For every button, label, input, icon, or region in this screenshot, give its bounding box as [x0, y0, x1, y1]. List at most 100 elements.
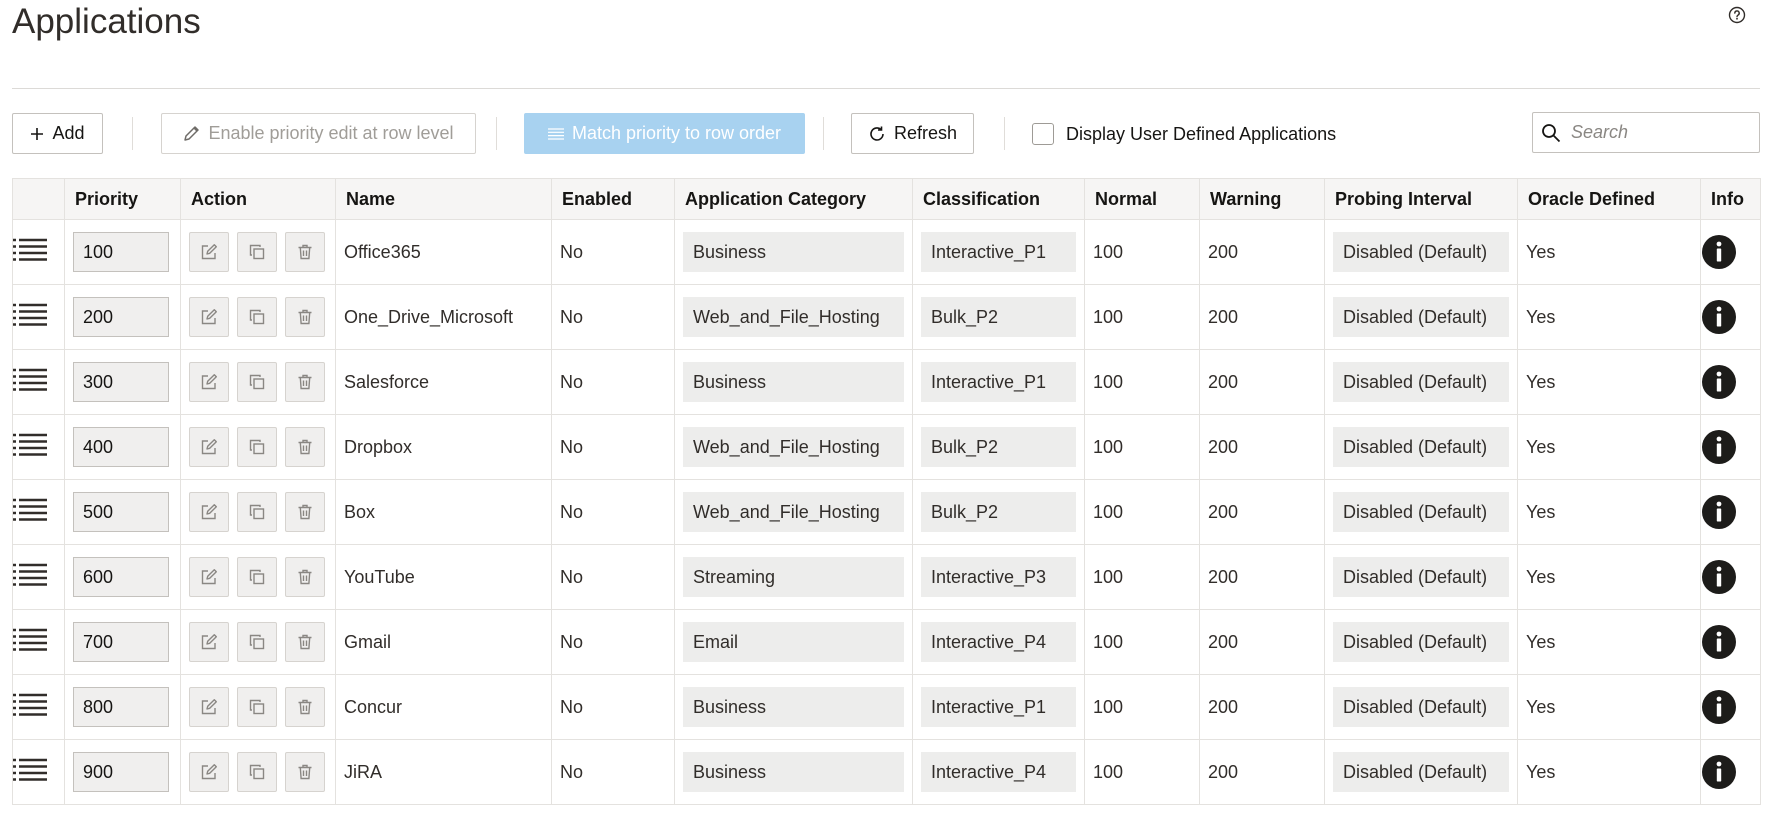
- info-icon[interactable]: [1701, 689, 1737, 725]
- col-header-warning[interactable]: Warning: [1199, 178, 1325, 220]
- col-header-oracle-defined[interactable]: Oracle Defined: [1517, 178, 1701, 220]
- info-cell: [1700, 479, 1761, 545]
- col-header-normal[interactable]: Normal: [1084, 178, 1200, 220]
- delete-row-button[interactable]: [285, 362, 325, 402]
- duplicate-row-button[interactable]: [237, 622, 277, 662]
- edit-row-button[interactable]: [189, 297, 229, 337]
- drag-handle-cell[interactable]: [12, 414, 65, 480]
- info-icon[interactable]: [1701, 624, 1737, 660]
- duplicate-row-button[interactable]: [237, 297, 277, 337]
- duplicate-row-button[interactable]: [237, 752, 277, 792]
- col-header-name[interactable]: Name: [335, 178, 552, 220]
- duplicate-row-button[interactable]: [237, 687, 277, 727]
- drag-handle-cell[interactable]: [12, 609, 65, 675]
- priority-input[interactable]: [73, 492, 169, 532]
- priority-input[interactable]: [73, 557, 169, 597]
- delete-row-button[interactable]: [285, 232, 325, 272]
- trash-icon: [298, 439, 312, 455]
- table-row[interactable]: Box No Web_and_File_Hosting Bulk_P2 100 …: [12, 479, 1761, 545]
- col-header-category[interactable]: Application Category: [674, 178, 913, 220]
- match-priority-button[interactable]: Match priority to row order: [524, 113, 805, 154]
- edit-row-button[interactable]: [189, 557, 229, 597]
- drag-handle-icon[interactable]: [13, 628, 47, 652]
- drag-handle-icon[interactable]: [13, 758, 47, 782]
- table-row[interactable]: Salesforce No Business Interactive_P1 10…: [12, 349, 1761, 415]
- priority-input[interactable]: [73, 362, 169, 402]
- edit-row-button[interactable]: [189, 687, 229, 727]
- duplicate-row-button[interactable]: [237, 557, 277, 597]
- drag-handle-cell[interactable]: [12, 739, 65, 805]
- edit-row-button[interactable]: [189, 362, 229, 402]
- delete-row-button[interactable]: [285, 687, 325, 727]
- edit-row-button[interactable]: [189, 232, 229, 272]
- drag-handle-icon[interactable]: [13, 433, 47, 457]
- col-header-priority[interactable]: Priority: [64, 178, 181, 220]
- info-icon[interactable]: [1701, 754, 1737, 790]
- drag-handle-cell[interactable]: [12, 284, 65, 350]
- drag-handle-cell[interactable]: [12, 674, 65, 740]
- drag-handle-cell[interactable]: [12, 219, 65, 285]
- trash-icon: [298, 699, 312, 715]
- display-user-defined-toggle[interactable]: Display User Defined Applications: [1032, 112, 1336, 156]
- search-input[interactable]: [1569, 121, 1753, 144]
- probing-interval-cell: Disabled (Default): [1324, 609, 1518, 675]
- search-box[interactable]: [1532, 112, 1760, 153]
- table-row[interactable]: One_Drive_Microsoft No Web_and_File_Host…: [12, 284, 1761, 350]
- add-button[interactable]: Add: [12, 113, 103, 154]
- enabled-cell: No: [551, 414, 675, 480]
- delete-row-button[interactable]: [285, 557, 325, 597]
- info-icon[interactable]: [1701, 494, 1737, 530]
- delete-row-button[interactable]: [285, 297, 325, 337]
- priority-input[interactable]: [73, 622, 169, 662]
- priority-input[interactable]: [73, 297, 169, 337]
- info-icon[interactable]: [1701, 364, 1737, 400]
- priority-input[interactable]: [73, 427, 169, 467]
- delete-row-button[interactable]: [285, 622, 325, 662]
- table-row[interactable]: Gmail No Email Interactive_P4 100 200 Di…: [12, 609, 1761, 675]
- edit-row-button[interactable]: [189, 622, 229, 662]
- col-header-classification[interactable]: Classification: [912, 178, 1085, 220]
- enable-priority-edit-button[interactable]: Enable priority edit at row level: [161, 113, 476, 154]
- category-field: Web_and_File_Hosting: [683, 427, 904, 467]
- drag-handle-cell[interactable]: [12, 479, 65, 545]
- col-header-probing-interval[interactable]: Probing Interval: [1324, 178, 1518, 220]
- drag-handle-icon[interactable]: [13, 563, 47, 587]
- priority-input[interactable]: [73, 232, 169, 272]
- drag-handle-cell[interactable]: [12, 544, 65, 610]
- info-icon[interactable]: [1701, 234, 1737, 270]
- refresh-button[interactable]: Refresh: [851, 113, 974, 154]
- duplicate-row-button[interactable]: [237, 232, 277, 272]
- priority-cell: [64, 544, 181, 610]
- display-user-defined-checkbox[interactable]: [1032, 123, 1054, 145]
- drag-handle-icon[interactable]: [13, 498, 47, 522]
- duplicate-row-button[interactable]: [237, 427, 277, 467]
- drag-handle-icon[interactable]: [13, 238, 47, 262]
- info-icon[interactable]: [1701, 429, 1737, 465]
- table-row[interactable]: Dropbox No Web_and_File_Hosting Bulk_P2 …: [12, 414, 1761, 480]
- delete-row-button[interactable]: [285, 427, 325, 467]
- col-header-enabled[interactable]: Enabled: [551, 178, 675, 220]
- table-row[interactable]: Concur No Business Interactive_P1 100 20…: [12, 674, 1761, 740]
- priority-input[interactable]: [73, 687, 169, 727]
- edit-row-button[interactable]: [189, 752, 229, 792]
- duplicate-row-button[interactable]: [237, 362, 277, 402]
- delete-row-button[interactable]: [285, 752, 325, 792]
- info-icon[interactable]: [1701, 559, 1737, 595]
- duplicate-row-button[interactable]: [237, 492, 277, 532]
- delete-row-button[interactable]: [285, 492, 325, 532]
- edit-row-button[interactable]: [189, 492, 229, 532]
- drag-handle-icon[interactable]: [13, 303, 47, 327]
- table-row[interactable]: Office365 No Business Interactive_P1 100…: [12, 219, 1761, 285]
- drag-handle-icon[interactable]: [13, 368, 47, 392]
- info-icon[interactable]: [1701, 299, 1737, 335]
- classification-field: Interactive_P1: [921, 687, 1076, 727]
- drag-handle-cell[interactable]: [12, 349, 65, 415]
- edit-row-button[interactable]: [189, 427, 229, 467]
- table-row[interactable]: YouTube No Streaming Interactive_P3 100 …: [12, 544, 1761, 610]
- info-cell: [1700, 609, 1761, 675]
- priority-input[interactable]: [73, 752, 169, 792]
- copy-icon: [249, 569, 265, 585]
- drag-handle-icon[interactable]: [13, 693, 47, 717]
- help-icon[interactable]: [1728, 6, 1746, 24]
- table-row[interactable]: JiRA No Business Interactive_P4 100 200 …: [12, 739, 1761, 805]
